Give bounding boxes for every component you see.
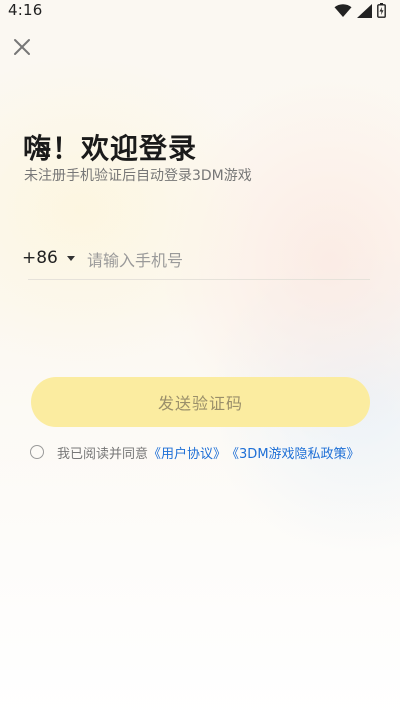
phone-divider bbox=[28, 279, 370, 280]
user-agreement-link[interactable]: 《用户协议》 bbox=[148, 443, 226, 462]
country-code: +86 bbox=[22, 248, 58, 268]
wifi-icon bbox=[334, 3, 352, 22]
agree-checkbox[interactable] bbox=[30, 445, 44, 459]
battery-icon bbox=[377, 3, 386, 22]
country-code-select[interactable]: +86 bbox=[22, 248, 75, 268]
caret-down-icon bbox=[66, 255, 75, 261]
close-icon bbox=[12, 37, 32, 61]
send-code-button[interactable]: 发送验证码 bbox=[31, 377, 370, 427]
close-button[interactable] bbox=[8, 35, 36, 63]
agreement-text: 我已阅读并同意 bbox=[57, 446, 149, 462]
page-title: 嗨！欢迎登录 bbox=[23, 132, 198, 165]
send-code-label: 发送验证码 bbox=[157, 394, 243, 413]
status-time: 4:16 bbox=[8, 1, 43, 19]
page-subtitle: 未注册手机验证后自动登录3DM游戏 bbox=[24, 168, 252, 184]
status-bar: 4:16 bbox=[0, 0, 400, 24]
status-icons bbox=[334, 3, 386, 22]
privacy-policy-link[interactable]: 《3DM游戏隐私政策》 bbox=[226, 443, 360, 462]
signal-icon bbox=[357, 3, 372, 22]
phone-input[interactable] bbox=[87, 246, 357, 274]
agreement-row: 我已阅读并同意 《用户协议》 《3DM游戏隐私政策》 bbox=[30, 442, 360, 462]
phone-row: +86 bbox=[22, 242, 370, 280]
